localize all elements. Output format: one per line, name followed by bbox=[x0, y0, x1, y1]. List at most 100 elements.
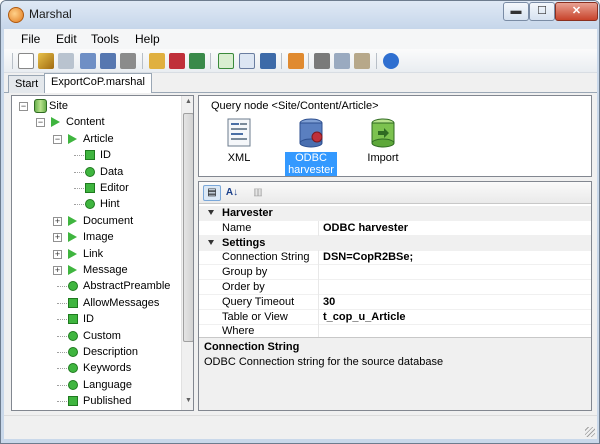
node-xml[interactable]: XML bbox=[213, 116, 265, 174]
resize-grip-icon[interactable] bbox=[585, 427, 595, 437]
collapse-icon[interactable]: − bbox=[36, 118, 45, 128]
tree-scrollbar[interactable]: ▲ ▼ bbox=[181, 96, 193, 410]
property-row[interactable]: Query Timeout 30 bbox=[199, 294, 591, 310]
tree-item[interactable]: + Message bbox=[12, 262, 180, 278]
collapse-category-icon[interactable] bbox=[208, 239, 214, 245]
tree-item[interactable]: Language bbox=[12, 377, 180, 393]
node-odbc-harvester[interactable]: ODBC harvester bbox=[285, 116, 337, 176]
tree-item[interactable]: + Document bbox=[12, 213, 180, 229]
property-value[interactable]: ODBC harvester bbox=[323, 222, 408, 234]
menu-tools[interactable]: Tools bbox=[91, 32, 119, 46]
print-icon[interactable] bbox=[120, 53, 136, 69]
toolbar-separator bbox=[281, 53, 282, 69]
new-icon[interactable] bbox=[18, 53, 34, 69]
tab-exportcop[interactable]: ExportCoP.marshal bbox=[44, 73, 152, 94]
menu-help[interactable]: Help bbox=[135, 32, 160, 46]
tree-item[interactable]: Hint bbox=[12, 196, 180, 212]
scroll-up-icon[interactable]: ▲ bbox=[183, 98, 193, 109]
copy-icon[interactable] bbox=[334, 53, 350, 69]
property-row[interactable]: Table or View t_cop_u_Article bbox=[199, 309, 591, 325]
tree-item[interactable]: Keywords bbox=[12, 360, 180, 376]
collapse-icon[interactable]: − bbox=[19, 102, 28, 111]
expand-icon[interactable]: + bbox=[53, 233, 62, 243]
dot-icon bbox=[68, 379, 78, 390]
property-pages-icon[interactable]: ▥ bbox=[249, 185, 267, 201]
paste-icon[interactable] bbox=[354, 53, 370, 69]
export-xml-icon[interactable] bbox=[218, 53, 234, 69]
close-button[interactable]: ✕ bbox=[555, 2, 598, 21]
property-grid-toolbar: ▤ A↓ ▥ bbox=[199, 182, 591, 204]
column-divider bbox=[318, 250, 319, 266]
expand-icon[interactable]: + bbox=[53, 216, 62, 226]
property-row[interactable]: Name ODBC harvester bbox=[199, 220, 591, 236]
site-tree[interactable]: ▲ ▼ − Site − Content − Article ID Data Editor Hin… bbox=[11, 95, 194, 411]
tree-item[interactable]: Editor bbox=[12, 180, 180, 196]
property-name: Group by bbox=[222, 266, 268, 279]
property-row[interactable]: Group by bbox=[199, 265, 591, 281]
tree-item[interactable]: AbstractPreamble bbox=[12, 278, 180, 294]
property-row[interactable]: Order by bbox=[199, 280, 591, 295]
tree-item[interactable]: Data bbox=[12, 164, 180, 180]
expand-icon[interactable]: + bbox=[53, 266, 62, 275]
tree-item[interactable]: − Article bbox=[12, 131, 180, 147]
property-value[interactable]: 30 bbox=[323, 296, 335, 308]
open-icon[interactable] bbox=[58, 53, 74, 69]
menu-file[interactable]: File bbox=[21, 32, 40, 46]
property-value[interactable]: t_cop_u_Article bbox=[323, 311, 406, 323]
console-icon[interactable] bbox=[260, 53, 276, 69]
property-category[interactable]: Settings bbox=[199, 235, 591, 251]
expand-icon[interactable]: + bbox=[53, 249, 62, 259]
maximize-button[interactable]: ☐ bbox=[529, 2, 555, 21]
scroll-down-icon[interactable]: ▼ bbox=[183, 397, 193, 408]
cube-run-icon[interactable] bbox=[169, 53, 185, 69]
cut-icon[interactable] bbox=[314, 53, 330, 69]
toolbar-separator bbox=[308, 53, 309, 69]
property-category[interactable]: Harvester bbox=[199, 206, 591, 221]
tree-connector bbox=[57, 352, 67, 353]
tree-item[interactable]: + Link bbox=[12, 246, 180, 262]
minimize-button[interactable]: ▬ bbox=[503, 2, 529, 21]
help-icon[interactable] bbox=[383, 53, 399, 69]
export-icon[interactable] bbox=[239, 53, 255, 69]
tree-item[interactable]: − Content bbox=[12, 114, 180, 130]
tree-item[interactable]: Custom bbox=[12, 328, 180, 344]
tree-item-label: Language bbox=[83, 378, 132, 391]
forward-icon[interactable] bbox=[189, 53, 205, 69]
node-import-label: Import bbox=[367, 152, 399, 164]
tree-connector bbox=[74, 171, 84, 173]
scroll-thumb[interactable] bbox=[183, 113, 193, 342]
settings-icon[interactable] bbox=[149, 53, 165, 69]
collapse-category-icon[interactable] bbox=[208, 210, 214, 215]
wand-icon[interactable] bbox=[38, 53, 54, 69]
tree-item-label: Published bbox=[83, 395, 132, 408]
tree-item[interactable]: ID bbox=[12, 311, 180, 327]
collapse-icon[interactable]: − bbox=[53, 134, 62, 144]
tree-connector bbox=[57, 335, 67, 337]
tree-item-label: Description bbox=[83, 346, 139, 358]
tree-item-label: Site bbox=[49, 100, 68, 112]
tree-connector bbox=[57, 286, 67, 288]
menu-edit[interactable]: Edit bbox=[56, 32, 77, 46]
tree-item[interactable]: − Site bbox=[12, 98, 180, 114]
property-value[interactable]: DSN=CopR2BSe; bbox=[323, 251, 413, 263]
save-all-icon[interactable] bbox=[100, 53, 116, 69]
property-description: Connection String ODBC Connection string… bbox=[199, 337, 591, 410]
tree-item[interactable]: AllowMessages bbox=[12, 295, 180, 311]
alphabetical-sort-icon[interactable]: A↓ bbox=[223, 185, 241, 201]
database-icon bbox=[34, 99, 47, 113]
tree-item[interactable]: Published bbox=[12, 393, 180, 409]
categorized-view-icon[interactable]: ▤ bbox=[203, 185, 221, 201]
node-import[interactable]: Import bbox=[357, 116, 409, 174]
tree-connector bbox=[57, 302, 67, 304]
menu-bar: File Edit Tools Help bbox=[4, 29, 597, 49]
tab-start[interactable]: Start bbox=[8, 75, 46, 93]
tree-connector bbox=[74, 155, 84, 157]
tree-connector bbox=[57, 368, 67, 370]
save-icon[interactable] bbox=[80, 53, 96, 69]
configure-icon[interactable] bbox=[288, 53, 304, 69]
title-bar[interactable]: Marshal ▬ ☐ ✕ bbox=[1, 1, 599, 29]
tree-item[interactable]: Description bbox=[12, 344, 180, 360]
tree-item[interactable]: + Image bbox=[12, 229, 180, 245]
tree-item[interactable]: ID bbox=[12, 147, 180, 163]
property-row[interactable]: Connection String DSN=CopR2BSe; bbox=[199, 250, 591, 266]
